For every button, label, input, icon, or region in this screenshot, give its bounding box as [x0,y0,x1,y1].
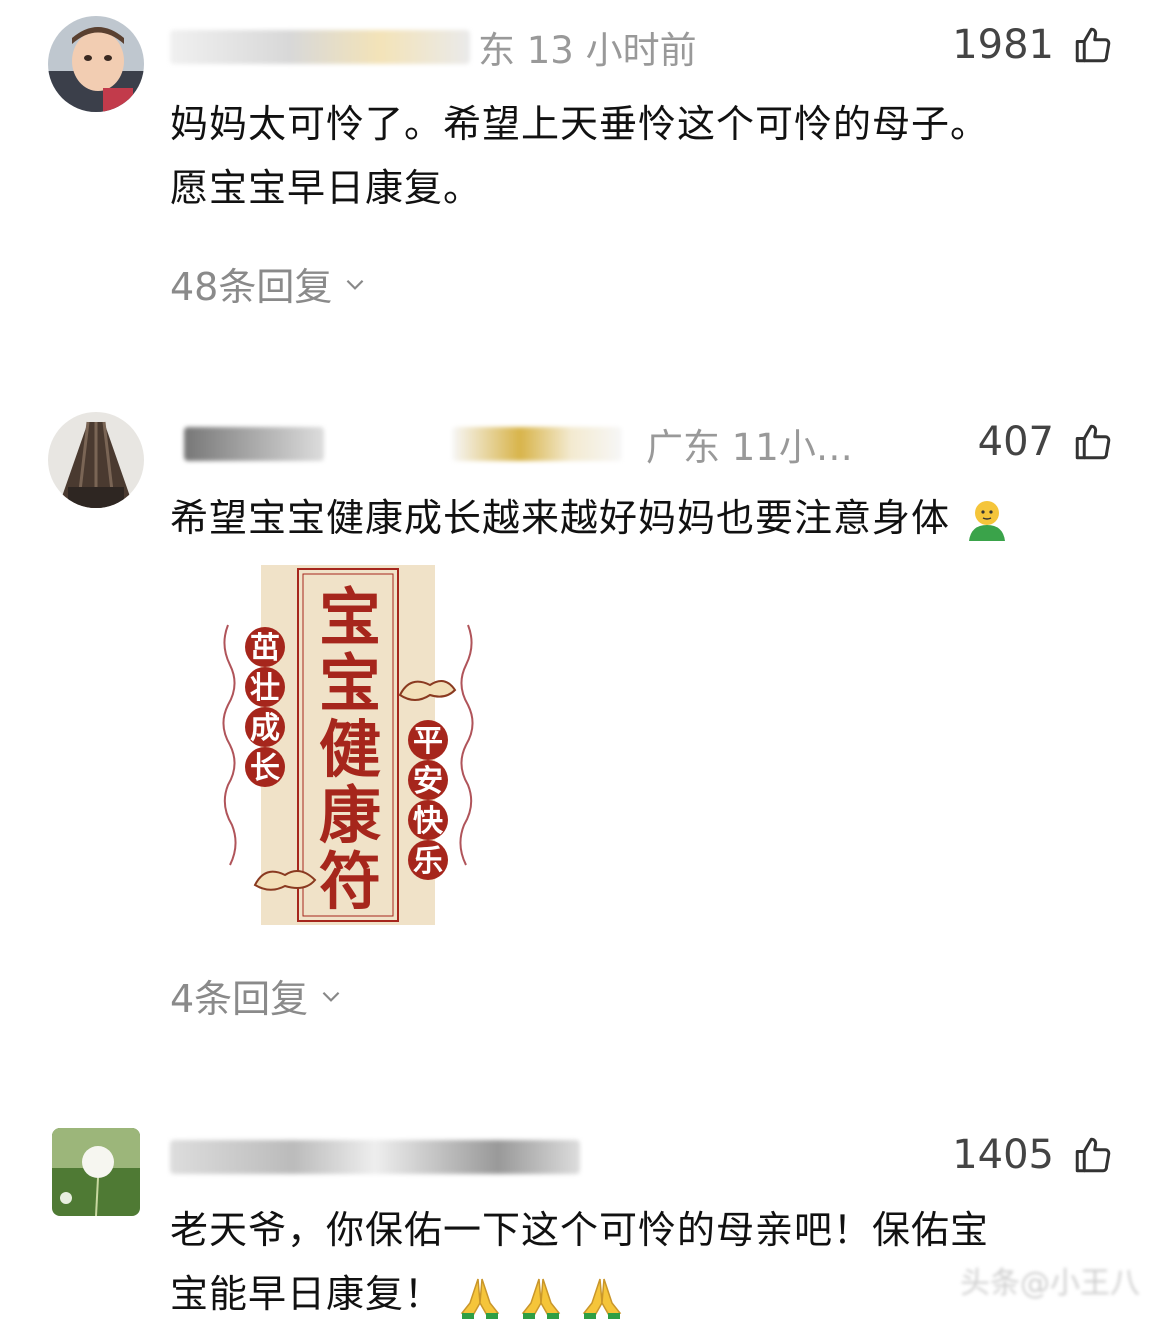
username-redacted [170,30,470,64]
avatar[interactable] [48,16,144,112]
replies-toggle[interactable]: 4条回复 [170,968,344,1023]
username-redacted [184,427,324,461]
like-count: 407 [977,419,1054,465]
comment-meta [170,1132,588,1182]
replies-toggle[interactable]: 48条回复 [170,256,368,311]
watermark: 头条@小王八 [960,1266,1140,1301]
like-button[interactable]: 1981 [952,22,1114,68]
folded-hands-emoji [521,1278,561,1319]
charm-image[interactable]: 宝宝健康符 茁壮成长 平安快乐 [210,565,480,925]
location-time: 广东 11小… [646,426,853,469]
comment-text-line: 妈妈太可怜了。希望上天垂怜这个可怜的母子。 [170,102,990,146]
comment-text-fragment: 宝能早日康复！ [170,1272,444,1316]
comment-text: 妈妈太可怜了。希望上天垂怜这个可怜的母子。 愿宝宝早日康复。 [170,92,1114,220]
comment-text-line: 愿宝宝早日康复。 [170,166,483,210]
folded-hands-emoji [460,1278,500,1319]
folded-hands-emoji [583,1278,622,1319]
replies-label: 4条回复 [170,977,309,1021]
comment-meta: 东 13 小时前 [170,22,697,72]
thumb-up-icon [1075,27,1111,63]
like-button[interactable]: 1405 [952,1132,1114,1178]
chevron-down-icon [347,279,364,290]
like-count: 1981 [952,22,1054,68]
thumb-up-icon [1075,1137,1111,1173]
avatar[interactable] [48,412,144,508]
comment-text-line: 希望宝宝健康成长越来越好妈妈也要注意身体 [170,496,951,540]
badge-redacted [452,427,622,461]
comment-meta: 广东 11小… [170,419,853,469]
thumb-up-icon [1075,424,1111,460]
green-man-emoji [969,500,1006,541]
replies-label: 48条回复 [170,265,333,309]
like-count: 1405 [952,1132,1054,1178]
charm-left-text: 茁壮成长 [250,631,280,786]
username-redacted [170,1140,580,1174]
avatar[interactable] [52,1128,140,1216]
chevron-down-icon [322,991,340,1002]
charm-center-text: 宝宝健康符 [318,581,381,918]
like-button[interactable]: 407 [978,419,1114,465]
location-time: 东 13 小时前 [478,29,697,72]
comment-text: 希望宝宝健康成长越来越好妈妈也要注意身体 [170,486,1114,550]
comment-text-line: 老天爷，你保佑一下这个可怜的母亲吧！保佑宝 [170,1208,990,1252]
charm-right-text: 平安快乐 [413,724,443,879]
